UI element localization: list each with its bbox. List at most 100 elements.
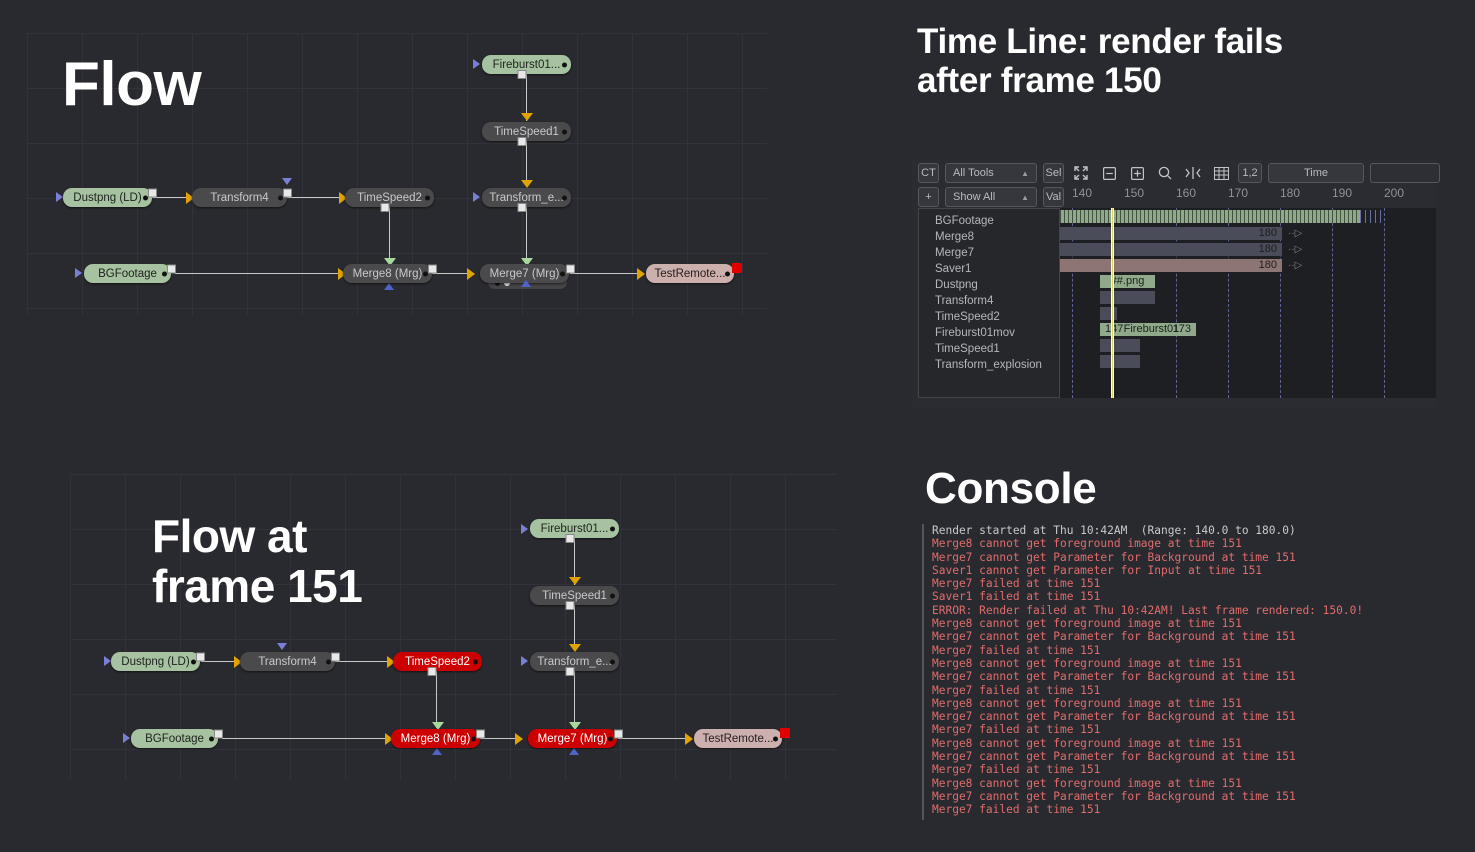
time-value-field[interactable] [1370, 163, 1440, 183]
fireburst-in-icon [473, 59, 480, 69]
arrow-into-timespeed1-icon [521, 113, 533, 121]
node-dot-icon [610, 659, 615, 664]
track-bar-merge8[interactable]: 180 [1060, 227, 1282, 240]
add-button[interactable]: + [918, 187, 939, 207]
node-dustpng[interactable]: Dustpng (LD) [63, 188, 152, 207]
merge7-output-port[interactable] [614, 729, 623, 739]
ruler-tick: 170 [1228, 186, 1249, 200]
track-bar-dustpng[interactable]: ##.png [1100, 275, 1155, 288]
track-extend-arrow-saver1[interactable]: ··▷ [1288, 259, 1302, 272]
node-timespeed2[interactable]: TimeSpeed2 [393, 652, 482, 671]
track-bar-transform-explosion[interactable] [1100, 355, 1140, 368]
node-fireburst01[interactable]: Fireburst01... [482, 55, 571, 74]
show-all-dropdown[interactable]: Show All ▲ [945, 187, 1037, 207]
node-merge7[interactable]: Merge7 (Mrg) [528, 729, 617, 748]
track-extend-arrow-merge8[interactable]: ··▷ [1288, 227, 1302, 240]
node-timespeed2[interactable]: TimeSpeed2 [345, 188, 434, 207]
console-panel[interactable]: Render started at Thu 10:42AM (Range: 14… [922, 524, 1442, 820]
merge7-bg-icon [569, 748, 579, 755]
zoom-icon[interactable] [1154, 163, 1176, 183]
expand-icon[interactable] [1070, 163, 1092, 183]
bgfootage-output-port[interactable] [167, 264, 176, 274]
console-line-error: ERROR: Render failed at Thu 10:42AM! Las… [932, 603, 1364, 617]
track-bar-saver1[interactable]: 180 [1060, 259, 1282, 272]
track-bar-timespeed1[interactable] [1100, 339, 1140, 352]
node-bgfootage[interactable]: BGFootage [84, 264, 171, 283]
flow-panel-top[interactable]: Flow Dustpng (LD) Transform4 TimeSpeed2 … [0, 0, 880, 330]
track-name[interactable]: Transform4 [935, 294, 993, 308]
node-transform-explosion[interactable]: Transform_e... [530, 652, 619, 671]
console-line: Merge8 cannot get foreground image at ti… [932, 656, 1242, 670]
expand-box-icon[interactable] [1126, 163, 1148, 183]
screenshot-root: Flow Dustpng (LD) Transform4 TimeSpeed2 … [0, 0, 1475, 852]
flow-panel-bottom[interactable]: Flow at frame 151 Dustpng (LD) Transform… [0, 440, 880, 800]
transform4-output-port[interactable] [283, 188, 292, 198]
track-bar-bgfootage[interactable] [1060, 210, 1360, 223]
node-dot-icon [562, 195, 567, 200]
timeline-panel[interactable]: CT All Tools ▲ Sel 1,2 Time + Show All ▲… [912, 160, 1440, 408]
track-name[interactable]: Transform_explosion [935, 358, 1042, 372]
track-bar-transform4[interactable] [1100, 291, 1155, 304]
node-transform4[interactable]: Transform4 [192, 188, 287, 207]
fireburst-output-port[interactable] [517, 70, 527, 79]
timeline-ruler[interactable]: 140 150 160 170 180 190 200 [1072, 186, 1436, 206]
node-dot-icon [473, 659, 478, 664]
transform-e-output-port[interactable] [517, 203, 527, 212]
track-name[interactable]: Saver1 [935, 262, 971, 276]
timeline-tracks[interactable]: 180 ··▷ 180 ··▷ 180 ··▷ ##.png 147 Fireb… [1060, 208, 1436, 398]
timespeed1-output-port[interactable] [565, 601, 575, 610]
track-name[interactable]: TimeSpeed1 [935, 342, 1000, 356]
timespeed2-output-port[interactable] [380, 203, 390, 212]
playhead[interactable] [1111, 208, 1114, 398]
testremote-render-flag[interactable] [732, 263, 742, 273]
timeline-toolbar-row-2: + Show All ▲ Val [918, 186, 1064, 208]
track-name[interactable]: Dustpng [935, 278, 978, 292]
console-line: Merge8 cannot get foreground image at ti… [932, 617, 1242, 631]
grid-icon[interactable] [1210, 163, 1232, 183]
track-name[interactable]: BGFootage [935, 214, 994, 228]
transform-e-output-port[interactable] [565, 667, 575, 676]
collapse-icon[interactable] [1098, 163, 1120, 183]
dustpng-output-port[interactable] [196, 652, 205, 662]
fireburst-output-port[interactable] [565, 534, 575, 543]
bgfootage-output-port[interactable] [214, 729, 223, 739]
layers-button[interactable]: 1,2 [1238, 163, 1262, 183]
track-name[interactable]: Fireburst01mov [935, 326, 1015, 340]
val-button[interactable]: Val [1043, 187, 1064, 207]
node-testremote[interactable]: TestRemote... [694, 729, 782, 748]
track-bar-value: 180 [1258, 259, 1277, 271]
node-bgfootage[interactable]: BGFootage [131, 729, 218, 748]
merge7-output-port[interactable] [566, 264, 575, 274]
testremote-render-flag[interactable] [780, 728, 790, 738]
timeline-track-names[interactable]: BGFootage Merge8 Merge7 Saver1 Dustpng T… [918, 208, 1060, 398]
timespeed1-output-port[interactable] [517, 137, 527, 146]
merge8-output-port[interactable] [428, 264, 437, 274]
fit-icon[interactable] [1182, 163, 1204, 183]
merge8-output-port[interactable] [476, 729, 485, 739]
node-timespeed1[interactable]: TimeSpeed1 [530, 586, 619, 605]
node-fireburst01[interactable]: Fireburst01... [530, 519, 619, 538]
timespeed2-output-port[interactable] [427, 667, 437, 676]
node-dustpng[interactable]: Dustpng (LD) [111, 652, 200, 671]
sel-button[interactable]: Sel [1043, 163, 1064, 183]
track-name[interactable]: Merge8 [935, 230, 974, 244]
node-merge8[interactable]: Merge8 (Mrg) [391, 729, 480, 748]
node-transform4[interactable]: Transform4 [240, 652, 335, 671]
node-timespeed1[interactable]: TimeSpeed1 [482, 122, 571, 141]
transform4-output-port[interactable] [331, 652, 340, 662]
track-bar-merge7[interactable]: 180 [1060, 243, 1282, 256]
node-merge8[interactable]: Merge8 (Mrg) [343, 264, 432, 283]
track-bar-fireburst01mov[interactable]: 147 Fireburst01. 173 [1100, 323, 1196, 336]
time-mode-button[interactable]: Time [1268, 163, 1364, 183]
track-name[interactable]: Merge7 [935, 246, 974, 260]
node-testremote[interactable]: TestRemote... [646, 264, 734, 283]
all-tools-dropdown[interactable]: All Tools ▲ [945, 163, 1037, 183]
node-label: TimeSpeed1 [494, 125, 559, 138]
ct-button[interactable]: CT [918, 163, 939, 183]
track-bar-timespeed2[interactable] [1100, 307, 1117, 320]
track-bar-bgfootage-tail[interactable] [1360, 210, 1382, 223]
track-extend-arrow-merge7[interactable]: ··▷ [1288, 243, 1302, 256]
dustpng-output-port[interactable] [148, 188, 157, 198]
node-transform-explosion[interactable]: Transform_e... [482, 188, 571, 207]
track-name[interactable]: TimeSpeed2 [935, 310, 1000, 324]
